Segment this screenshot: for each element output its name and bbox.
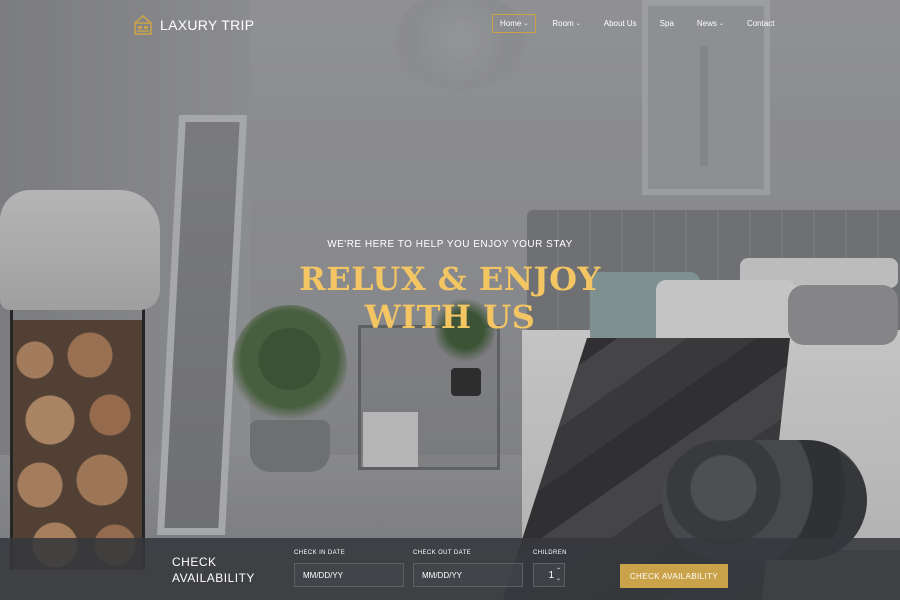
- hero-tagline: WE'RE HERE TO HELP YOU ENJOY YOUR STAY: [327, 239, 573, 250]
- nav-item-room[interactable]: Room ⌄: [545, 15, 587, 32]
- main-nav: Home ⌄ Room ⌄ About Us Spa News ⌄ Contac…: [492, 14, 791, 33]
- nav-item-news[interactable]: News ⌄: [690, 15, 731, 32]
- hotel-bed-icon: [134, 14, 152, 35]
- nav-item-about-us[interactable]: About Us: [597, 15, 644, 32]
- check-out-date-input[interactable]: [413, 563, 523, 587]
- chevron-down-icon: ⌄: [575, 21, 581, 27]
- chevron-up-icon[interactable]: ⌃: [556, 567, 561, 575]
- hero-title: RELUX & ENJOY WITH US: [250, 260, 650, 336]
- nav-item-label: About Us: [603, 19, 637, 28]
- hero-title-line1: RELUX & ENJOY: [299, 260, 601, 298]
- children-stepper[interactable]: 1 ⌃ ⌄: [533, 563, 565, 587]
- chevron-down-icon: ⌄: [523, 21, 529, 27]
- site-header: LAXURY TRIP Home ⌄ Room ⌄ About Us Spa N…: [0, 0, 900, 48]
- brand-name: LAXURY TRIP: [160, 17, 255, 33]
- nav-item-label: News: [696, 19, 717, 28]
- nav-item-label: Contact: [746, 19, 775, 28]
- brand-logo[interactable]: LAXURY TRIP: [132, 13, 254, 37]
- check-out-label: CHECK OUT DATE: [413, 550, 472, 556]
- nav-item-label: Room: [552, 19, 574, 28]
- chevron-down-icon[interactable]: ⌄: [556, 575, 561, 583]
- check-in-date-input[interactable]: [294, 563, 404, 587]
- booking-title: CHECK AVAILABILITY: [172, 554, 272, 586]
- hero-title-line2: WITH US: [364, 298, 536, 336]
- booking-bar: CHECK AVAILABILITY CHECK IN DATE CHECK O…: [0, 538, 900, 600]
- stepper-arrows: ⌃ ⌄: [556, 567, 561, 583]
- check-availability-button[interactable]: CHECK AVAILABILITY: [620, 564, 728, 588]
- children-label: CHILDREN: [533, 550, 567, 556]
- check-in-label: CHECK IN DATE: [294, 550, 346, 556]
- chevron-down-icon: ⌄: [718, 21, 724, 27]
- nav-item-contact[interactable]: Contact: [740, 15, 782, 32]
- booking-title-line1: CHECK: [172, 555, 217, 569]
- nav-item-home[interactable]: Home ⌄: [492, 14, 537, 33]
- nav-item-spa[interactable]: Spa: [653, 15, 681, 32]
- children-value[interactable]: 1: [534, 570, 554, 581]
- nav-item-label: Spa: [659, 19, 674, 28]
- booking-title-line2: AVAILABILITY: [172, 571, 255, 585]
- nav-item-label: Home: [500, 19, 522, 28]
